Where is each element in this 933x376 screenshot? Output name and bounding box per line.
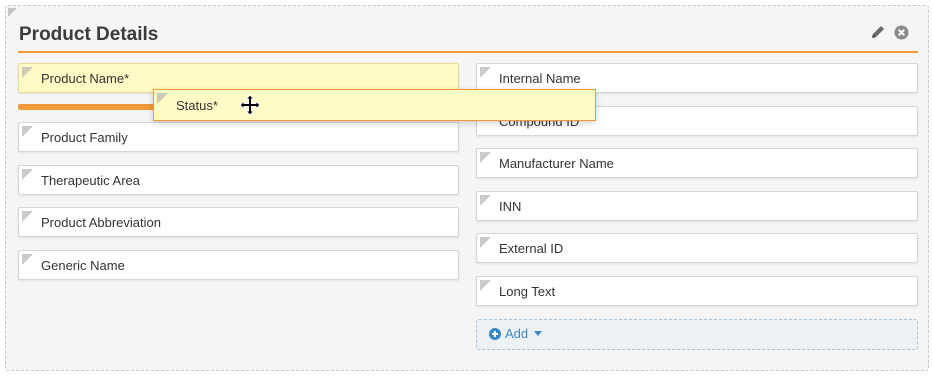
panel-drag-handle[interactable] [8, 8, 17, 17]
field-long-text[interactable]: Long Text [476, 276, 918, 306]
field-label: Product Name* [41, 71, 130, 86]
drag-handle-icon[interactable] [480, 152, 491, 163]
add-button-label: Add [505, 326, 529, 341]
field-manufacturer-name[interactable]: Manufacturer Name [476, 148, 918, 178]
field-generic-name[interactable]: Generic Name [18, 250, 459, 280]
drag-handle-icon[interactable] [480, 67, 491, 78]
close-icon[interactable] [894, 25, 909, 40]
dragging-field-status[interactable]: Status* [153, 89, 596, 121]
product-details-panel: Product Details Product Name* Product Fa… [5, 5, 929, 371]
add-dropdown-button[interactable]: Add [489, 326, 543, 341]
add-field-dropzone: Add [476, 319, 918, 350]
drag-handle-icon[interactable] [480, 280, 491, 291]
move-cursor-icon [239, 94, 261, 116]
field-label: External ID [499, 241, 564, 256]
panel-title: Product Details [19, 24, 159, 45]
drop-indicator [18, 104, 158, 110]
drag-handle-icon[interactable] [22, 254, 33, 265]
drag-handle-icon[interactable] [157, 93, 168, 104]
field-inn[interactable]: INN [476, 191, 918, 221]
field-label: Status* [176, 98, 218, 113]
field-therapeutic-area[interactable]: Therapeutic Area [18, 165, 459, 195]
field-label: INN [499, 199, 522, 214]
field-product-abbreviation[interactable]: Product Abbreviation [18, 207, 459, 237]
field-external-id[interactable]: External ID [476, 233, 918, 263]
field-label: Long Text [499, 284, 556, 299]
drag-handle-icon[interactable] [480, 195, 491, 206]
field-label: Internal Name [499, 71, 581, 86]
caret-down-icon [534, 331, 543, 336]
drag-handle-icon[interactable] [480, 237, 491, 248]
plus-circle-icon [489, 327, 501, 340]
field-label: Product Family [41, 130, 128, 145]
field-label: Manufacturer Name [499, 156, 614, 171]
drag-handle-icon[interactable] [22, 211, 33, 222]
field-product-family[interactable]: Product Family [18, 122, 459, 152]
pencil-icon[interactable] [870, 24, 886, 40]
drag-handle-icon[interactable] [22, 169, 33, 180]
field-label: Therapeutic Area [41, 173, 141, 188]
field-label: Product Abbreviation [41, 215, 161, 230]
drag-handle-icon[interactable] [22, 67, 33, 78]
title-underline [18, 51, 918, 53]
drag-handle-icon[interactable] [22, 126, 33, 137]
field-label: Generic Name [41, 258, 125, 273]
